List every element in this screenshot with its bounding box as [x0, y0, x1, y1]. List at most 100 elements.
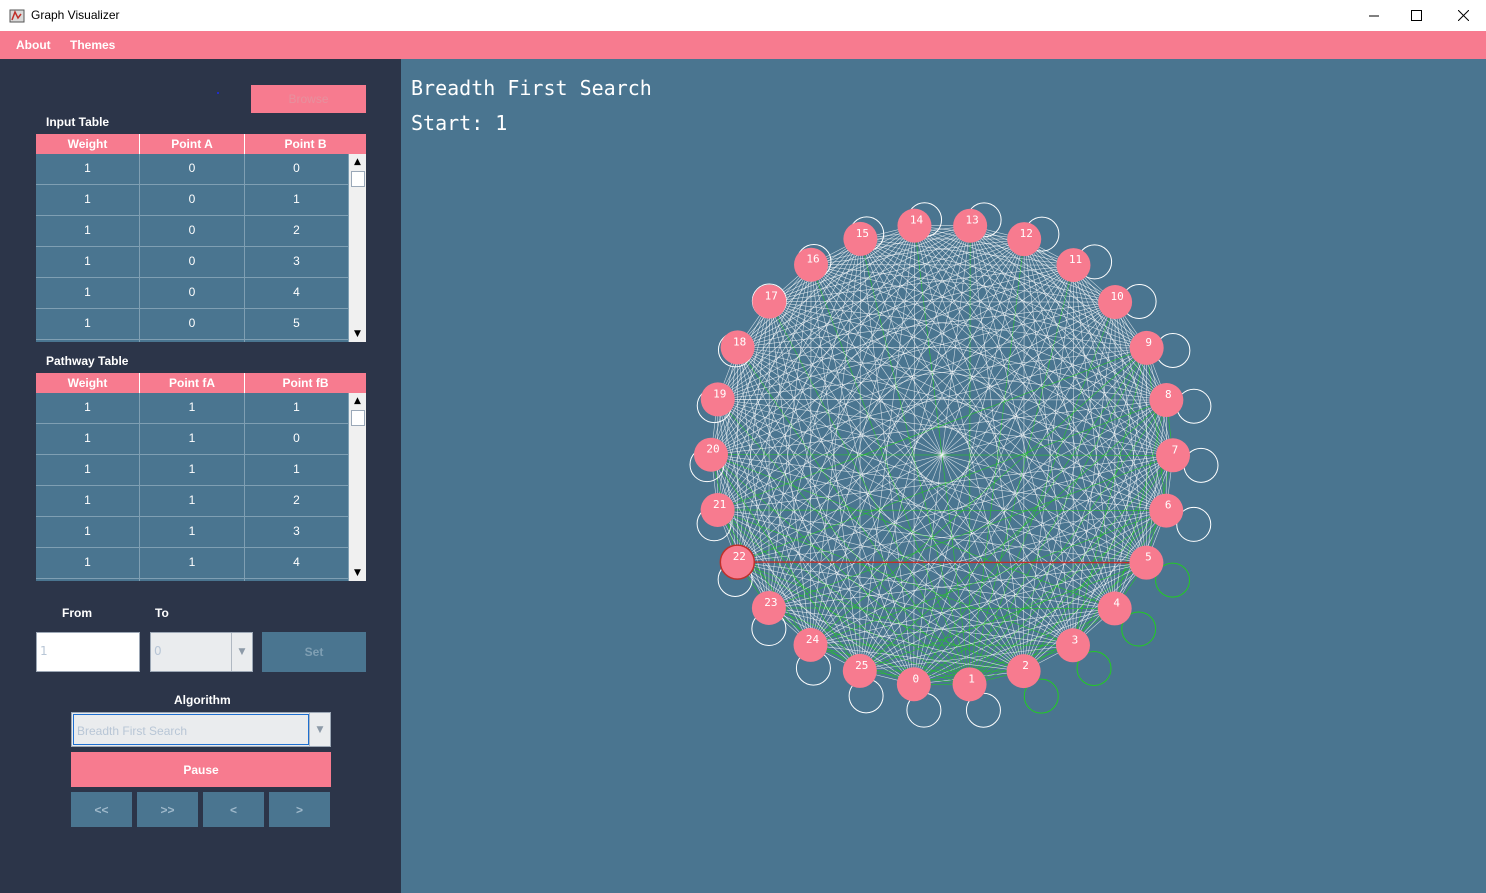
- table-cell[interactable]: 0: [140, 216, 245, 246]
- browse-button[interactable]: Browse: [251, 85, 366, 113]
- graph-node[interactable]: 11: [1056, 248, 1091, 283]
- table-cell[interactable]: 1: [36, 154, 140, 184]
- scroll-up-icon[interactable]: ▲: [349, 393, 366, 409]
- graph-drawing[interactable]: 0 123456789101112131415161718192021222324…: [401, 59, 1486, 893]
- table-cell[interactable]: 0: [140, 185, 245, 215]
- graph-node[interactable]: 9: [1129, 330, 1164, 365]
- pause-button[interactable]: Pause: [71, 752, 331, 787]
- table-cell[interactable]: 0: [140, 340, 245, 342]
- algorithm-select[interactable]: Breadth First Search ▼: [71, 712, 331, 747]
- table-cell[interactable]: 1: [36, 247, 140, 277]
- table-cell[interactable]: 0: [245, 424, 349, 454]
- table-cell[interactable]: 1: [245, 185, 349, 215]
- table-cell[interactable]: 6: [245, 340, 349, 342]
- scroll-down-icon[interactable]: ▼: [349, 565, 366, 581]
- scroll-up-icon[interactable]: ▲: [349, 154, 366, 170]
- graph-node[interactable]: 17: [752, 284, 787, 319]
- table-cell[interactable]: 1: [245, 455, 349, 485]
- graph-node[interactable]: 8: [1149, 383, 1184, 418]
- col-point-fb[interactable]: Point fB: [245, 373, 366, 393]
- set-button[interactable]: Set: [262, 632, 366, 672]
- table-row[interactable]: 110: [36, 424, 349, 455]
- table-cell[interactable]: 1: [36, 216, 140, 246]
- chevron-down-icon[interactable]: ▼: [309, 713, 330, 746]
- table-cell[interactable]: 5: [245, 309, 349, 339]
- previous-step-button[interactable]: <: [203, 792, 264, 827]
- table-cell[interactable]: 1: [140, 455, 245, 485]
- table-cell[interactable]: 1: [140, 486, 245, 516]
- graph-node[interactable]: 24: [793, 627, 828, 662]
- scroll-down-icon[interactable]: ▼: [349, 326, 366, 342]
- table-row[interactable]: 115: [36, 579, 349, 581]
- table-row[interactable]: 100: [36, 154, 349, 185]
- graph-node[interactable]: 16: [794, 247, 829, 282]
- table-cell[interactable]: 0: [140, 247, 245, 277]
- table-cell[interactable]: 1: [36, 424, 140, 454]
- table-cell[interactable]: 1: [140, 393, 245, 423]
- scroll-thumb[interactable]: [351, 410, 365, 426]
- table-cell[interactable]: 0: [140, 154, 245, 184]
- graph-node[interactable]: 18: [720, 330, 755, 365]
- graph-node[interactable]: 5: [1129, 545, 1164, 580]
- graph-node[interactable]: 20: [694, 437, 729, 472]
- menu-about[interactable]: About: [16, 38, 51, 52]
- graph-node[interactable]: 3: [1055, 628, 1090, 663]
- table-row[interactable]: 111: [36, 393, 349, 424]
- table-cell[interactable]: 4: [245, 278, 349, 308]
- table-cell[interactable]: 1: [140, 424, 245, 454]
- graph-node[interactable]: 23: [751, 590, 786, 625]
- table-cell[interactable]: 1: [140, 548, 245, 578]
- table-cell[interactable]: 1: [36, 455, 140, 485]
- table-row[interactable]: 111: [36, 455, 349, 486]
- table-cell[interactable]: 1: [36, 393, 140, 423]
- table-cell[interactable]: 1: [36, 548, 140, 578]
- to-select[interactable]: 0 ▼: [150, 632, 253, 672]
- maximize-button[interactable]: [1393, 0, 1439, 31]
- table-cell[interactable]: 1: [36, 340, 140, 342]
- graph-node[interactable]: 22: [719, 544, 756, 580]
- graph-node[interactable]: 6: [1149, 493, 1184, 528]
- graph-node[interactable]: 1: [952, 667, 987, 702]
- table-row[interactable]: 105: [36, 309, 349, 340]
- graph-node[interactable]: 4: [1097, 591, 1132, 626]
- table-cell[interactable]: 0: [140, 278, 245, 308]
- table-cell[interactable]: 1: [140, 517, 245, 547]
- graph-node[interactable]: 10: [1098, 285, 1133, 320]
- table-row[interactable]: 113: [36, 517, 349, 548]
- table-cell[interactable]: 1: [36, 486, 140, 516]
- algorithm-select-field[interactable]: Breadth First Search: [73, 714, 309, 745]
- table-cell[interactable]: 1: [36, 579, 140, 581]
- table-row[interactable]: 101: [36, 185, 349, 216]
- table-cell[interactable]: 2: [245, 216, 349, 246]
- next-step-button[interactable]: >: [269, 792, 330, 827]
- col-point-a[interactable]: Point A: [140, 134, 245, 154]
- table-row[interactable]: 112: [36, 486, 349, 517]
- first-step-button[interactable]: <<: [71, 792, 132, 827]
- graph-node[interactable]: 21: [700, 492, 735, 527]
- graph-node[interactable]: 15: [843, 221, 878, 256]
- table-cell[interactable]: 4: [245, 548, 349, 578]
- col-weight[interactable]: Weight: [36, 373, 140, 393]
- table-row[interactable]: 103: [36, 247, 349, 278]
- graph-node[interactable]: 0: [896, 667, 931, 702]
- table-cell[interactable]: 1: [36, 309, 140, 339]
- from-input[interactable]: 1: [36, 632, 140, 672]
- graph-node[interactable]: 7: [1155, 438, 1190, 473]
- col-point-fa[interactable]: Point fA: [140, 373, 245, 393]
- table-cell[interactable]: 3: [245, 517, 349, 547]
- table-cell[interactable]: 1: [36, 278, 140, 308]
- graph-node[interactable]: 13: [953, 208, 988, 243]
- table-cell[interactable]: 1: [36, 517, 140, 547]
- graph-node[interactable]: 14: [897, 208, 932, 243]
- table-cell[interactable]: 1: [140, 579, 245, 581]
- col-weight[interactable]: Weight: [36, 134, 140, 154]
- table-cell[interactable]: 0: [245, 154, 349, 184]
- input-table-scrollbar[interactable]: ▲ ▼: [349, 154, 366, 342]
- table-cell[interactable]: 0: [140, 309, 245, 339]
- graph-node[interactable]: 25: [842, 653, 877, 688]
- menu-themes[interactable]: Themes: [70, 38, 115, 52]
- minimize-button[interactable]: [1351, 0, 1397, 31]
- table-cell[interactable]: 1: [245, 393, 349, 423]
- chevron-down-icon[interactable]: ▼: [231, 633, 252, 671]
- close-button[interactable]: [1440, 0, 1486, 31]
